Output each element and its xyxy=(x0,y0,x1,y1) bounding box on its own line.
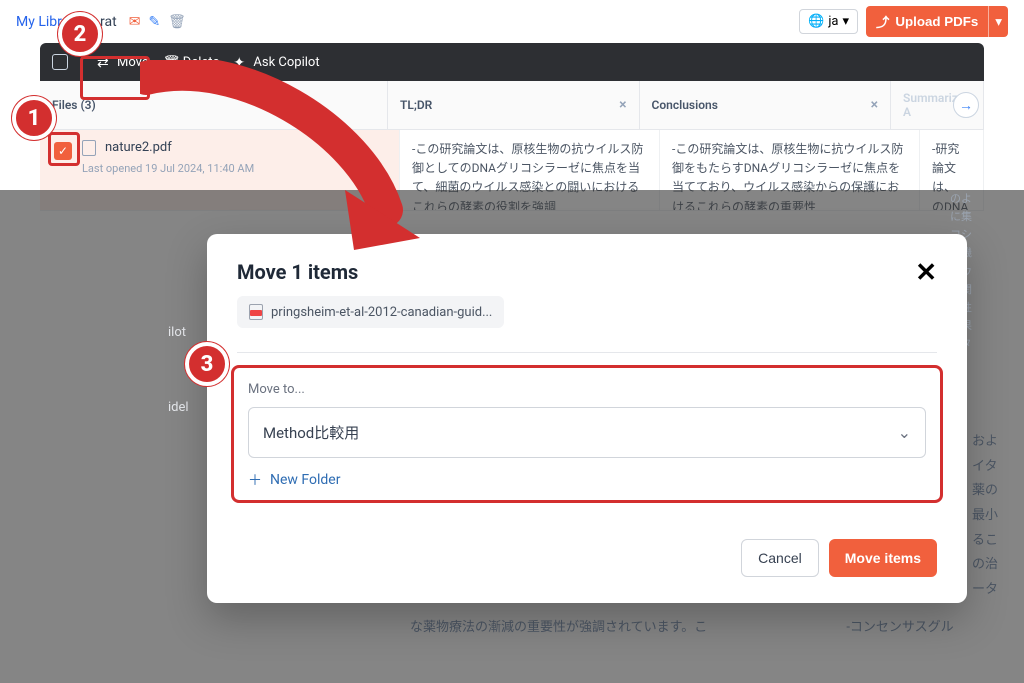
delete-button[interactable]: 🗑 Delete xyxy=(163,55,220,70)
upload-label: Upload PDFs xyxy=(895,14,978,29)
go-arrow-button[interactable]: → xyxy=(953,92,979,118)
language-label: ja xyxy=(828,14,838,29)
upload-icon: ⤴ xyxy=(876,12,889,31)
divider xyxy=(237,352,937,353)
new-folder-button[interactable]: ＋ New Folder xyxy=(248,470,926,490)
annotation-badge-1: 1 xyxy=(12,96,56,140)
folder-select[interactable]: Method比較用 ⌄ xyxy=(248,407,926,458)
move-label: Move xyxy=(117,55,149,70)
column-header-files: Files (3) xyxy=(40,81,388,129)
edit-icon[interactable]: ✎ xyxy=(148,14,160,30)
select-all-checkbox[interactable] xyxy=(52,54,68,70)
delete-label: Delete xyxy=(183,55,220,70)
chevron-down-icon: ⌄ xyxy=(898,423,911,442)
file-chip: pringsheim-et-al-2012-canadian-guid... xyxy=(237,296,504,328)
cancel-button[interactable]: Cancel xyxy=(741,539,819,577)
plus-icon: ＋ xyxy=(248,470,262,490)
chat-icon[interactable]: ✉ xyxy=(129,14,141,30)
action-toolbar: ⇄ Move 🗑 Delete ✦ Ask Copilot xyxy=(40,43,984,81)
pdf-icon xyxy=(82,140,96,156)
file-chip-label: pringsheim-et-al-2012-canadian-guid... xyxy=(271,305,492,320)
file-name: nature2.pdf xyxy=(105,140,172,155)
move-modal: Move 1 items ✕ pringsheim-et-al-2012-can… xyxy=(207,234,967,603)
trash-icon: 🗑 xyxy=(163,55,177,69)
header-right: 🌐 ja ▾ ⤴ Upload PDFs ▾ xyxy=(799,6,1008,37)
column-header-conclusions: Conclusions × xyxy=(640,81,892,129)
new-folder-label: New Folder xyxy=(270,472,340,488)
top-bar: My Library > rat ✉ ✎ 🗑 🌐 ja ▾ ⤴ Upload P… xyxy=(0,0,1024,43)
upload-pdfs-button[interactable]: ⤴ Upload PDFs xyxy=(866,6,988,37)
breadcrumb-actions: ✉ ✎ 🗑 xyxy=(129,14,186,30)
upload-dropdown-button[interactable]: ▾ xyxy=(988,6,1008,37)
language-selector[interactable]: 🌐 ja ▾ xyxy=(799,9,858,34)
move-items-button[interactable]: Move items xyxy=(829,539,937,577)
close-icon[interactable]: × xyxy=(619,97,626,113)
tldr-header-label: TL;DR xyxy=(400,98,432,112)
globe-icon: 🌐 xyxy=(808,14,824,29)
upload-button-group: ⤴ Upload PDFs ▾ xyxy=(866,6,1008,37)
move-icon: ⇄ xyxy=(97,55,111,69)
ghost-right-list: およ イタ 薬の 最小 るこ の治 ータ xyxy=(972,430,1024,603)
sparkle-icon: ✦ xyxy=(233,55,247,69)
move-to-section: Move to... Method比較用 ⌄ ＋ New Folder xyxy=(231,365,943,503)
ask-copilot-label: Ask Copilot xyxy=(253,55,319,70)
row-checkbox-checked[interactable]: ✓ xyxy=(54,142,72,160)
files-header-label: Files (3) xyxy=(52,98,96,112)
chevron-down-icon: ▾ xyxy=(843,14,850,29)
annotation-badge-2: 2 xyxy=(58,12,102,56)
move-button[interactable]: ⇄ Move xyxy=(97,55,149,70)
move-to-label: Move to... xyxy=(248,382,926,397)
column-header-summarized: Summarized A → xyxy=(891,81,984,129)
close-icon[interactable]: × xyxy=(871,97,878,113)
last-opened-label: Last opened 19 Jul 2024, 11:40 AM xyxy=(82,162,387,175)
column-header-tldr: TL;DR × xyxy=(388,81,640,129)
breadcrumb-current: rat xyxy=(100,14,117,30)
selected-folder-label: Method比較用 xyxy=(263,422,359,443)
ask-copilot-button[interactable]: ✦ Ask Copilot xyxy=(233,55,319,70)
close-icon[interactable]: ✕ xyxy=(915,260,937,286)
modal-title: Move 1 items xyxy=(237,260,358,284)
column-headers: Files (3) TL;DR × Conclusions × Summariz… xyxy=(40,81,984,130)
conclusions-header-label: Conclusions xyxy=(652,98,718,112)
pdf-icon xyxy=(249,304,263,320)
trash-icon[interactable]: 🗑 xyxy=(168,14,186,30)
annotation-badge-3: 3 xyxy=(185,342,229,386)
